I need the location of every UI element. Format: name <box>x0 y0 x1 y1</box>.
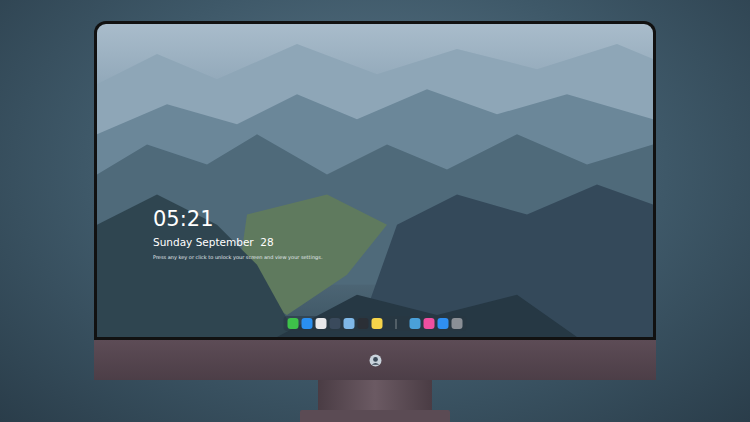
dock-app-icon[interactable] <box>372 318 383 329</box>
monitor-chin <box>94 340 656 380</box>
wallpaper-mountains-icon <box>97 24 653 337</box>
brand-logo-icon <box>369 354 382 367</box>
dock-app-icon[interactable] <box>358 318 369 329</box>
clock-time: 05:21 <box>153 206 322 232</box>
clock-date: Sunday September 28 <box>153 236 322 248</box>
monitor-bezel: 05:21 Sunday September 28 Press any key or… <box>94 21 656 340</box>
dock-app-icon[interactable] <box>330 318 341 329</box>
dock <box>284 316 467 331</box>
lock-screen-info: 05:21 Sunday September 28 Press any key or… <box>153 206 322 260</box>
dock-app-icon[interactable] <box>344 318 355 329</box>
dock-app-icon[interactable] <box>452 318 463 329</box>
dock-app-icon[interactable] <box>410 318 421 329</box>
dock-app-icon[interactable] <box>316 318 327 329</box>
monitor-stand <box>318 380 432 410</box>
screen: 05:21 Sunday September 28 Press any key or… <box>97 24 653 337</box>
dock-separator <box>396 319 397 329</box>
desktop-background: 05:21 Sunday September 28 Press any key or… <box>0 0 750 422</box>
monitor: 05:21 Sunday September 28 Press any key or… <box>94 21 656 422</box>
dock-app-icon[interactable] <box>288 318 299 329</box>
dock-app-icon[interactable] <box>302 318 313 329</box>
monitor-stand-base <box>300 410 450 422</box>
unlock-hint: Press any key or click to unlock your sc… <box>153 254 322 260</box>
dock-app-icon[interactable] <box>424 318 435 329</box>
dock-app-icon[interactable] <box>438 318 449 329</box>
